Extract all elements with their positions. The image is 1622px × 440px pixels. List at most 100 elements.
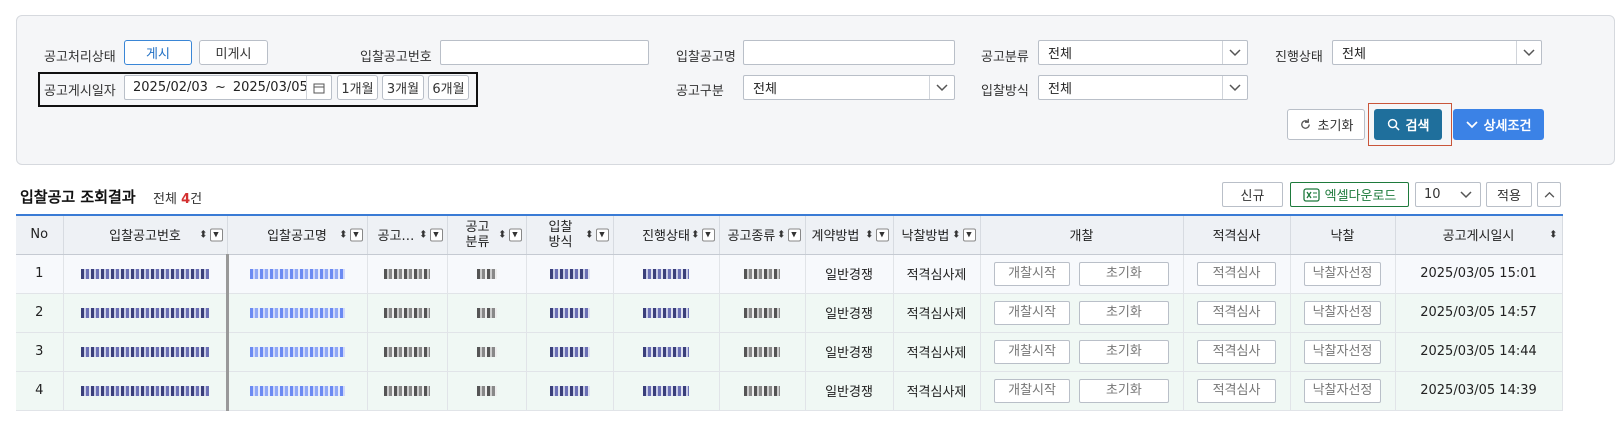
sort-filter-icon[interactable]: ⬍ ▼ xyxy=(865,228,889,242)
col-notice-name[interactable]: 입찰공고명 ⬍ ▼ xyxy=(227,214,368,255)
bid-method-select[interactable]: 전체 xyxy=(1038,75,1248,100)
col-posted-at[interactable]: 공고게시일시 ⬍ xyxy=(1395,214,1563,255)
notice-type-select[interactable]: 전체 xyxy=(743,75,955,100)
range-1month-button[interactable]: 1개월 xyxy=(337,75,378,100)
row-reset-button[interactable]: 초기화 xyxy=(1078,378,1169,403)
open-start-button[interactable]: 개찰시작 xyxy=(994,378,1070,403)
row-contract: 일반경쟁 xyxy=(805,293,894,333)
sort-filter-icon[interactable]: ⬍ ▼ xyxy=(498,228,522,242)
qualification-button[interactable]: 적격심사 xyxy=(1196,261,1277,286)
redacted-notice-name[interactable] xyxy=(225,332,368,372)
unposted-toggle[interactable]: 미게시 xyxy=(199,40,268,65)
row-opening: 개찰시작 초기화 xyxy=(980,371,1184,411)
open-start-button[interactable]: 개찰시작 xyxy=(994,300,1070,325)
redacted-cell xyxy=(719,293,806,333)
row-reset-button[interactable]: 초기화 xyxy=(1078,300,1169,325)
range-6month-button[interactable]: 6개월 xyxy=(428,75,469,100)
sort-filter-icon[interactable]: ⬍ ▼ xyxy=(199,228,223,242)
open-start-button[interactable]: 개찰시작 xyxy=(994,339,1070,364)
qualification-button[interactable]: 적격심사 xyxy=(1196,339,1277,364)
progress-select[interactable]: 전체 xyxy=(1332,40,1542,65)
award-select-button[interactable]: 낙찰자선정 xyxy=(1303,378,1382,403)
category-value: 전체 xyxy=(1048,47,1072,62)
sort-filter-icon[interactable]: ⬍ ▼ xyxy=(339,228,363,242)
table-row[interactable]: 1 일반경쟁 적격심사제 개찰시작 초기화 적격심사 낙찰자선정 2025/03/05 15:… xyxy=(16,254,1563,294)
award-select-button[interactable]: 낙찰자선정 xyxy=(1303,300,1382,325)
detail-conditions-button[interactable]: 상세조건 xyxy=(1453,109,1544,140)
table-row[interactable]: 3 일반경쟁 적격심사제 개찰시작 초기화 적격심사 낙찰자선정 2025/03/05 14:… xyxy=(16,332,1563,372)
redacted-cell xyxy=(613,293,720,333)
row-opening: 개찰시작 초기화 xyxy=(980,254,1184,294)
col-contract[interactable]: 계약방법 ⬍ ▼ xyxy=(805,214,894,255)
redacted-notice-no xyxy=(63,254,228,294)
row-posted-at: 2025/03/05 14:44 xyxy=(1395,332,1563,372)
col-award-select: 낙찰 xyxy=(1290,214,1396,255)
apply-button[interactable]: 적용 xyxy=(1486,182,1532,207)
row-reset-button[interactable]: 초기화 xyxy=(1078,261,1169,286)
notice-no-input[interactable] xyxy=(440,40,649,65)
date-range-input[interactable]: 2025/02/03 ~ 2025/03/05 xyxy=(124,75,332,100)
sort-filter-icon[interactable]: ⬍ ▼ xyxy=(691,228,715,242)
redacted-cell xyxy=(719,371,806,411)
redacted-cell xyxy=(447,371,527,411)
redacted-cell xyxy=(719,332,806,372)
row-qualification: 적격심사 xyxy=(1183,293,1291,333)
excel-download-button[interactable]: 엑셀다운로드 xyxy=(1290,182,1409,207)
new-button[interactable]: 신규 xyxy=(1222,182,1283,207)
row-award-method: 적격심사제 xyxy=(893,254,981,294)
range-3month-button[interactable]: 3개월 xyxy=(382,75,424,100)
row-award-select: 낙찰자선정 xyxy=(1290,293,1396,333)
award-select-button[interactable]: 낙찰자선정 xyxy=(1303,261,1382,286)
col-notice-no[interactable]: 입찰공고번호 ⬍ ▼ xyxy=(63,214,228,255)
redacted-cell xyxy=(719,254,806,294)
posted-toggle[interactable]: 게시 xyxy=(124,40,192,65)
redacted-notice-name[interactable] xyxy=(225,293,368,333)
row-opening: 개찰시작 초기화 xyxy=(980,293,1184,333)
redacted-notice-name[interactable] xyxy=(225,371,368,411)
redacted-notice-no xyxy=(63,371,228,411)
row-award-select: 낙찰자선정 xyxy=(1290,371,1396,411)
category-select[interactable]: 전체 xyxy=(1038,40,1248,65)
col-kind-label: 공고종류 xyxy=(727,229,776,245)
qualification-button[interactable]: 적격심사 xyxy=(1196,378,1277,403)
page-size-select[interactable]: 10 xyxy=(1415,182,1481,207)
col-award-method[interactable]: 낙찰방법 ⬍ ▼ xyxy=(893,214,981,255)
table-row[interactable]: 4 일반경쟁 적격심사제 개찰시작 초기화 적격심사 낙찰자선정 2025/03/05 14:… xyxy=(16,371,1563,411)
col-bid-method[interactable]: 입찰 방식 ⬍ ▼ xyxy=(526,214,614,255)
sort-filter-icon[interactable]: ⬍ ▼ xyxy=(419,228,443,242)
count-value: 4 xyxy=(181,192,191,207)
notice-name-input[interactable] xyxy=(743,40,955,65)
calendar-icon[interactable] xyxy=(306,76,331,99)
col-no: No xyxy=(16,214,64,255)
collapse-button[interactable] xyxy=(1537,182,1561,207)
redacted-cell xyxy=(526,254,614,294)
sort-filter-icon[interactable]: ⬍ ▼ xyxy=(777,228,801,242)
chevron-down-icon xyxy=(1222,76,1247,99)
award-select-button[interactable]: 낙찰자선정 xyxy=(1303,339,1382,364)
col-category[interactable]: 공고 분류 ⬍ ▼ xyxy=(447,214,527,255)
date-to: 2025/03/05 xyxy=(232,80,308,95)
search-button[interactable]: 검색 xyxy=(1374,109,1442,140)
redacted-notice-name[interactable] xyxy=(225,254,368,294)
reset-button[interactable]: 초기화 xyxy=(1287,109,1365,140)
sort-filter-icon[interactable]: ⬍ ▼ xyxy=(952,228,976,242)
sort-icon[interactable]: ⬍ xyxy=(1549,229,1557,240)
col-progress-label: 진행상태 xyxy=(642,229,690,245)
redacted-cell xyxy=(367,254,448,294)
col-progress[interactable]: 진행상태 ⬍ ▼ xyxy=(613,214,720,255)
col-notice-trunc-label: 공고… xyxy=(377,229,415,245)
open-start-button[interactable]: 개찰시작 xyxy=(994,261,1070,286)
qualification-button[interactable]: 적격심사 xyxy=(1196,300,1277,325)
col-kind[interactable]: 공고종류 ⬍ ▼ xyxy=(719,214,806,255)
status-label: 공고처리상태 xyxy=(44,50,116,65)
col-opening: 개찰 xyxy=(980,214,1184,255)
row-reset-button[interactable]: 초기화 xyxy=(1078,339,1169,364)
row-no: 4 xyxy=(16,371,64,411)
excel-label: 엑셀다운로드 xyxy=(1324,189,1397,204)
chevron-down-icon xyxy=(929,76,954,99)
sort-filter-icon[interactable]: ⬍ ▼ xyxy=(585,228,609,242)
table-row[interactable]: 2 일반경쟁 적격심사제 개찰시작 초기화 적격심사 낙찰자선정 2025/03/05 14:… xyxy=(16,293,1563,333)
table-header-row: No 입찰공고번호 ⬍ ▼ 입찰공고명 ⬍ ▼ 공고… ⬍ ▼ 공고 분류 ⬍ ▼ 입찰 방식 ⬍ ▼ … xyxy=(16,214,1563,255)
date-separator: ~ xyxy=(214,80,226,95)
col-notice-trunc[interactable]: 공고… ⬍ ▼ xyxy=(367,214,448,255)
